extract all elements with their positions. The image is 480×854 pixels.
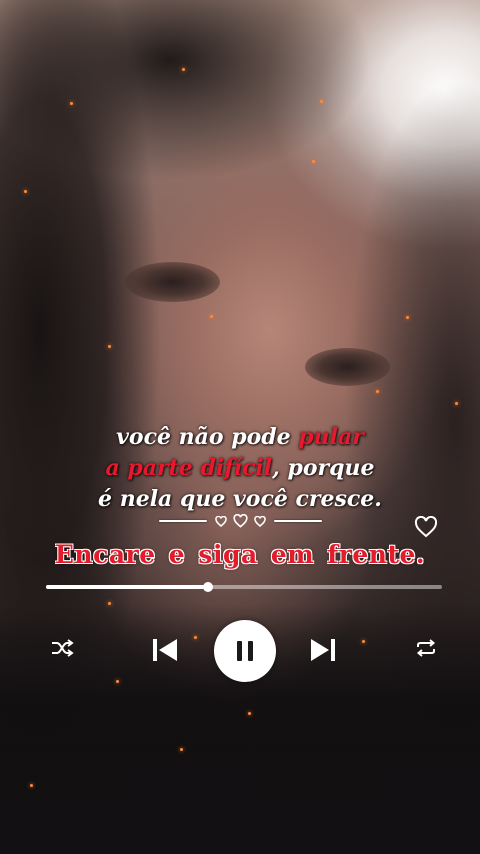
divider-hearts xyxy=(214,514,266,528)
pause-button[interactable] xyxy=(214,620,276,682)
next-button[interactable] xyxy=(306,634,340,666)
spark xyxy=(116,680,119,683)
small-heart-icon xyxy=(214,515,227,527)
spark xyxy=(248,712,251,715)
spark xyxy=(376,390,379,393)
spark xyxy=(30,784,33,787)
spark xyxy=(210,315,213,318)
lyrics-text: , porque xyxy=(272,455,375,481)
decorative-divider xyxy=(0,510,480,532)
progress-bar[interactable] xyxy=(46,582,442,592)
repeat-button[interactable] xyxy=(412,636,440,660)
right-eye xyxy=(305,348,390,386)
skip-previous-icon xyxy=(153,639,177,661)
shuffle-icon xyxy=(52,639,74,657)
song-title: Encare e siga em frente. xyxy=(54,540,426,569)
heart-outline-icon xyxy=(414,515,438,538)
heart-icon xyxy=(232,514,248,528)
lyrics-highlight: a parte difícil xyxy=(105,455,273,481)
divider-rule xyxy=(158,520,207,522)
repeat-icon xyxy=(416,639,436,657)
spark xyxy=(24,190,27,193)
like-button[interactable] xyxy=(414,515,438,538)
spark xyxy=(180,748,183,751)
left-eye xyxy=(125,262,220,302)
pause-icon xyxy=(237,641,253,661)
lyrics-line-1: você não pode pular xyxy=(0,422,480,453)
spark xyxy=(108,602,111,605)
divider-rule xyxy=(273,520,322,522)
lyrics-line-2: a parte difícil, porque xyxy=(0,453,480,484)
small-heart-icon xyxy=(253,515,266,527)
spark xyxy=(455,402,458,405)
progress-fill xyxy=(46,585,209,589)
spark xyxy=(70,102,73,105)
lyrics-text: você não pode xyxy=(116,424,299,450)
spark xyxy=(362,640,365,643)
spark xyxy=(194,636,197,639)
spark xyxy=(406,316,409,319)
spark xyxy=(108,345,111,348)
spark xyxy=(320,100,323,103)
spark xyxy=(312,160,315,163)
spark xyxy=(182,68,185,71)
shuffle-button[interactable] xyxy=(48,636,76,660)
lyrics-highlight: pular xyxy=(298,424,364,450)
skip-next-icon xyxy=(311,639,335,661)
lyrics-block: você não pode pular a parte difícil, por… xyxy=(0,422,480,515)
previous-button[interactable] xyxy=(148,634,182,666)
